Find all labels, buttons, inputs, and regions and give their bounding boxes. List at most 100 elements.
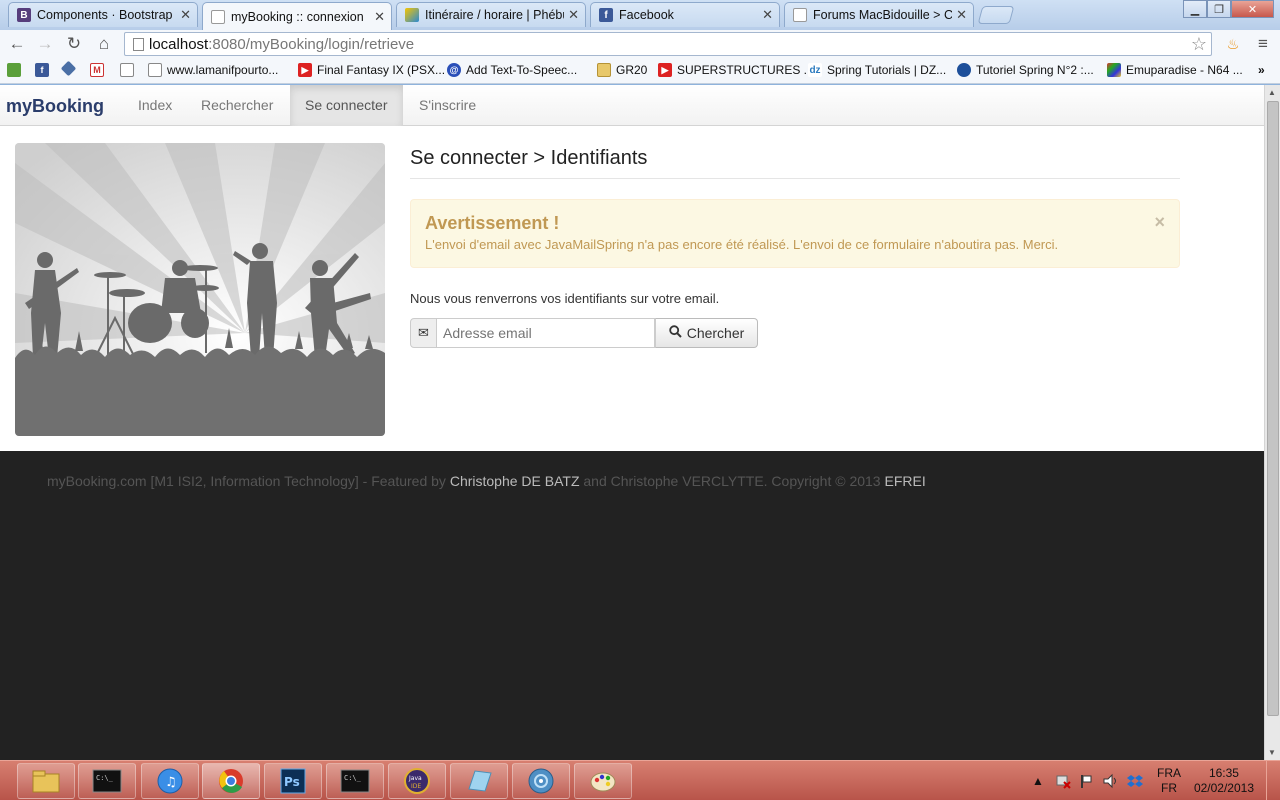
address-bar[interactable]: localhost:8080/myBooking/login/retrieve … — [124, 32, 1212, 56]
menu-wrench-icon[interactable]: ≡ — [1252, 33, 1274, 55]
nav-se-connecter[interactable]: Se connecter — [290, 85, 403, 126]
main-content: Se connecter > Identifiants Avertissemen… — [410, 143, 1180, 348]
more-bookmarks-chevron-icon[interactable]: » — [1258, 63, 1265, 77]
bookmark-lamanif[interactable]: www.lamanifpourto... — [148, 63, 278, 77]
tab-title: Facebook — [619, 8, 674, 22]
warning-alert: Avertissement ! L'envoi d'email avec Jav… — [410, 199, 1180, 268]
folder-icon — [597, 63, 611, 77]
cmd-icon[interactable]: C:\_ — [78, 763, 136, 799]
notepad-icon[interactable] — [450, 763, 508, 799]
scrollbar-thumb[interactable] — [1267, 101, 1279, 716]
chrome-icon[interactable] — [202, 763, 260, 799]
bookmark-superstructures[interactable]: ▶ SUPERSTRUCTURES ... — [658, 63, 814, 77]
bookmark-facebook[interactable]: f — [35, 63, 54, 77]
bookmark-gr20[interactable]: GR20 — [597, 63, 647, 77]
photoshop-icon[interactable]: Ps — [264, 763, 322, 799]
url-host: localhost — [149, 35, 209, 53]
nav-rechercher[interactable]: Rechercher — [186, 85, 288, 126]
url-path: :8080/myBooking/login/retrieve — [208, 35, 415, 53]
bookmark-cube[interactable] — [7, 63, 26, 77]
show-hidden-icons-arrow[interactable]: ▲ — [1032, 761, 1044, 800]
restore-button[interactable]: ❐ — [1207, 0, 1231, 18]
search-button[interactable]: Chercher — [655, 318, 758, 348]
bookmark-final-fantasy[interactable]: ▶ Final Fantasy IX (PSX... — [298, 63, 445, 77]
blue-circle-icon: @ — [447, 63, 461, 77]
system-clock[interactable]: 16:35 02/02/2013 — [1194, 766, 1254, 796]
page-icon — [793, 8, 807, 22]
java-ee-ide-icon[interactable]: Java IDE — [388, 763, 446, 799]
disk-icon[interactable] — [512, 763, 570, 799]
page-icon — [120, 63, 134, 77]
bookmark-add-text-to-speech[interactable]: @ Add Text-To-Speec... — [447, 63, 577, 77]
tab-forums-macbidouille[interactable]: Forums MacBidouille > Ca ✕ — [784, 2, 974, 27]
svg-text:♫: ♫ — [165, 775, 177, 790]
bookmark-diamond[interactable] — [60, 60, 79, 77]
back-arrow-icon[interactable]: ← — [6, 33, 28, 55]
close-tab-icon[interactable]: ✕ — [568, 7, 579, 23]
new-tab-button[interactable] — [977, 6, 1015, 24]
svg-text:Ps: Ps — [284, 775, 300, 789]
footer-text-part2: and Christophe VERCLYTTE. Copyright © 20… — [579, 473, 885, 489]
bookmark-tutoriel-spring[interactable]: Tutoriel Spring N°2 :... — [957, 63, 1094, 77]
explorer-icon[interactable] — [17, 763, 75, 799]
minimize-button[interactable]: ▁ — [1183, 0, 1207, 18]
close-window-button[interactable]: ✕ — [1231, 0, 1274, 18]
globe-icon — [957, 63, 971, 77]
tab-title: Components · Bootstrap — [37, 8, 173, 22]
footer-author-link[interactable]: Christophe DE BATZ — [450, 473, 580, 489]
network-error-icon[interactable] — [1055, 761, 1071, 800]
browser-toolbar: ← → ↻ ⌂ localhost:8080/myBooking/login/r… — [0, 30, 1280, 57]
close-tab-icon[interactable]: ✕ — [180, 7, 191, 23]
bootstrap-icon: B — [17, 8, 31, 22]
cmd-icon[interactable]: C:\_ — [326, 763, 384, 799]
reload-icon[interactable]: ↻ — [63, 33, 85, 55]
concert-band-image — [15, 143, 385, 436]
tab-title: Itinéraire / horaire | Phébu — [425, 8, 565, 22]
nav-index[interactable]: Index — [123, 85, 187, 126]
page-icon — [133, 38, 144, 51]
browser-tab-strip: B Components · Bootstrap ✕ myBooking :: … — [0, 0, 1280, 30]
tab-components-bootstrap[interactable]: B Components · Bootstrap ✕ — [8, 2, 198, 27]
facebook-icon: f — [35, 63, 49, 77]
bookmark-label: www.lamanifpourto... — [167, 63, 279, 77]
action-center-flag-icon[interactable] — [1079, 761, 1093, 800]
forward-arrow-icon[interactable]: → — [34, 33, 56, 55]
page-scrollbar[interactable]: ▲ ▼ — [1264, 85, 1280, 760]
bookmark-star-icon[interactable]: ☆ — [1191, 34, 1207, 55]
alert-close-icon[interactable]: × — [1154, 212, 1165, 233]
home-icon[interactable]: ⌂ — [93, 33, 115, 55]
tab-mybooking-connexion[interactable]: myBooking :: connexion ✕ — [202, 2, 392, 30]
volume-icon[interactable] — [1102, 761, 1118, 800]
bookmark-emuparadise[interactable]: Emuparadise - N64 ... — [1107, 63, 1243, 77]
tab-title: Forums MacBidouille > Ca — [813, 8, 953, 22]
site-brand[interactable]: myBooking — [6, 96, 104, 117]
bookmark-spring-tutorials[interactable]: dz Spring Tutorials | DZ... — [808, 63, 946, 77]
bookmark-gmail[interactable]: M — [90, 63, 109, 77]
itunes-icon[interactable]: ♫ — [141, 763, 199, 799]
bookmark-page[interactable] — [120, 63, 139, 77]
tab-facebook[interactable]: f Facebook ✕ — [590, 2, 780, 27]
bookmark-label: GR20 — [616, 63, 648, 77]
keyboard-layout: FR — [1161, 781, 1177, 795]
show-desktop-button[interactable] — [1266, 761, 1280, 800]
close-tab-icon[interactable]: ✕ — [956, 7, 967, 23]
scroll-up-arrow-icon[interactable]: ▲ — [1268, 88, 1276, 97]
phebus-icon — [405, 8, 419, 22]
nav-sinscrire[interactable]: S'inscrire — [404, 85, 491, 126]
alert-heading: Avertissement ! — [425, 213, 560, 233]
close-tab-icon[interactable]: ✕ — [374, 9, 385, 25]
close-tab-icon[interactable]: ✕ — [762, 7, 773, 23]
search-button-label: Chercher — [686, 325, 745, 341]
extension-flame-icon[interactable]: ♨ — [1222, 33, 1244, 55]
scroll-down-arrow-icon[interactable]: ▼ — [1268, 748, 1276, 757]
input-language-indicator[interactable]: FRA FR — [1157, 766, 1181, 796]
bookmark-label: Final Fantasy IX (PSX... — [317, 63, 446, 77]
bookmark-label: Add Text-To-Speec... — [466, 63, 578, 77]
tab-itineraire-phebus[interactable]: Itinéraire / horaire | Phébu ✕ — [396, 2, 586, 27]
footer-school-link[interactable]: EFREI — [884, 473, 925, 489]
paint-icon[interactable] — [574, 763, 632, 799]
search-icon — [669, 325, 682, 341]
dropbox-icon[interactable] — [1127, 761, 1143, 800]
email-input[interactable] — [437, 318, 655, 348]
bookmark-label: SUPERSTRUCTURES ... — [677, 63, 814, 77]
